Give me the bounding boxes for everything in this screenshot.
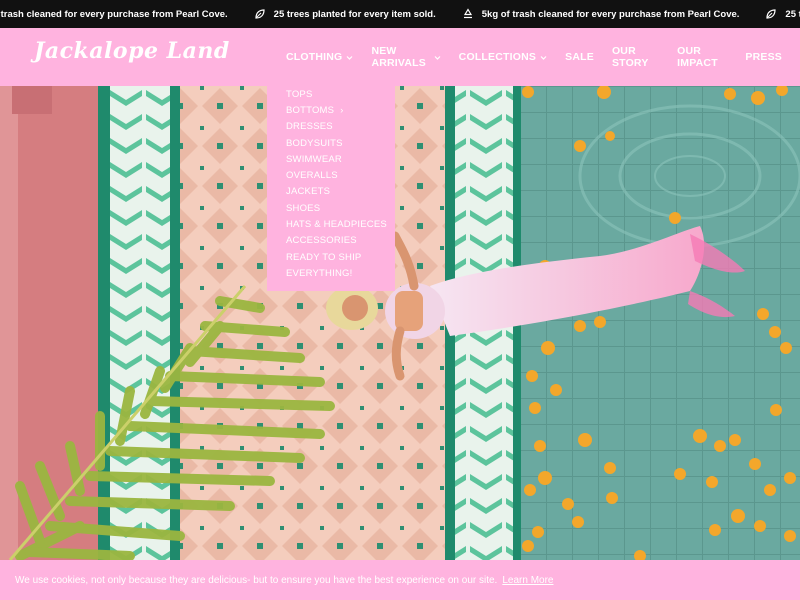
nav-item-clothing[interactable]: CLOTHING xyxy=(286,51,353,63)
leaf-icon xyxy=(765,8,777,20)
nav-item-label: COLLECTIONS xyxy=(458,51,537,63)
cookie-banner: We use cookies, not only because they ar… xyxy=(0,560,800,600)
dropdown-item-label: OVERALLS xyxy=(286,170,338,182)
nav-item-sale[interactable]: SALE xyxy=(565,51,594,63)
dropdown-item-label: BODYSUITS xyxy=(286,137,343,149)
nav-item-label: NEW ARRIVALS xyxy=(371,45,426,69)
nav-item-our-story[interactable]: OUR STORY xyxy=(612,45,659,69)
announcement-item: 25 trees planted for every item sold. xyxy=(765,8,800,20)
hero-illustration xyxy=(0,86,800,560)
nav-item-press[interactable]: PRESS xyxy=(745,51,782,63)
dropdown-item-everything[interactable]: EVERYTHING! xyxy=(286,265,395,281)
chevron-down-icon xyxy=(540,54,547,61)
dropdown-item-label: DRESSES xyxy=(286,121,333,133)
nav-item-label: CLOTHING xyxy=(286,51,343,63)
dropdown-item-label: TOPS xyxy=(286,88,313,100)
dropdown-item-label: JACKETS xyxy=(286,186,331,198)
site-header: Jackalope Land CLOTHING NEW ARRIVALS COL… xyxy=(0,28,800,86)
site-logo[interactable]: Jackalope Land xyxy=(34,38,230,64)
clothing-dropdown-menu: TOPS BOTTOMS › DRESSES BODYSUITS SWIMWEAR… xyxy=(267,69,395,291)
dropdown-item-label: SHOES xyxy=(286,202,321,214)
hero-image xyxy=(0,86,800,560)
announcement-text: 25 trees planted for every item sold. xyxy=(785,8,800,20)
dropdown-item-tops[interactable]: TOPS xyxy=(286,86,395,102)
nav-item-our-impact[interactable]: OUR IMPACT xyxy=(677,45,727,69)
announcement-text: 5kg of trash cleaned for every purchase … xyxy=(0,8,228,20)
announcement-item: 5kg of trash cleaned for every purchase … xyxy=(462,8,740,20)
dropdown-item-bodysuits[interactable]: BODYSUITS xyxy=(286,135,395,151)
dropdown-item-ready-to-ship[interactable]: READY TO SHIP xyxy=(286,249,395,265)
announcement-item: 5kg of trash cleaned for every purchase … xyxy=(0,9,228,20)
dropdown-item-accessories[interactable]: ACCESSORIES xyxy=(286,233,395,249)
chevron-right-icon: › xyxy=(340,105,344,116)
nav-item-label: SALE xyxy=(565,51,594,63)
dropdown-item-label: EVERYTHING! xyxy=(286,267,353,279)
dropdown-item-label: SWIMWEAR xyxy=(286,153,342,165)
leaf-icon xyxy=(254,8,266,20)
dropdown-item-label: READY TO SHIP xyxy=(286,251,362,263)
nav-item-label: OUR STORY xyxy=(611,45,649,69)
announcement-text: 25 trees planted for every item sold. xyxy=(273,8,436,20)
learn-more-link[interactable]: Learn More xyxy=(502,575,553,586)
recycle-icon xyxy=(462,8,474,20)
cookie-message: We use cookies, not only because they ar… xyxy=(15,574,498,586)
nav-item-collections[interactable]: COLLECTIONS xyxy=(459,51,547,63)
announcement-text: 5kg of trash cleaned for every purchase … xyxy=(481,8,740,20)
dropdown-item-hats-headpieces[interactable]: HATS & HEADPIECES xyxy=(286,216,395,232)
dropdown-item-bottoms[interactable]: BOTTOMS › xyxy=(286,102,395,118)
dropdown-item-label: HATS & HEADPIECES xyxy=(286,219,387,231)
dropdown-item-dresses[interactable]: DRESSES xyxy=(286,119,395,135)
chevron-down-icon xyxy=(434,54,441,61)
dropdown-item-shoes[interactable]: SHOES xyxy=(286,200,395,216)
announcement-item: 25 trees planted for every item sold. xyxy=(254,8,436,20)
announcement-track: 5kg of trash cleaned for every purchase … xyxy=(0,0,800,28)
dropdown-item-swimwear[interactable]: SWIMWEAR xyxy=(286,151,395,167)
nav-item-label: PRESS xyxy=(745,51,782,63)
announcement-bar: 5kg of trash cleaned for every purchase … xyxy=(0,0,800,28)
dropdown-item-label: BOTTOMS xyxy=(286,104,335,116)
nav-item-new-arrivals[interactable]: NEW ARRIVALS xyxy=(371,45,441,69)
dropdown-item-jackets[interactable]: JACKETS xyxy=(286,184,395,200)
chevron-down-icon xyxy=(346,54,353,61)
nav-item-label: OUR IMPACT xyxy=(677,45,718,69)
dropdown-item-label: ACCESSORIES xyxy=(286,235,357,247)
dropdown-item-overalls[interactable]: OVERALLS xyxy=(286,167,395,183)
